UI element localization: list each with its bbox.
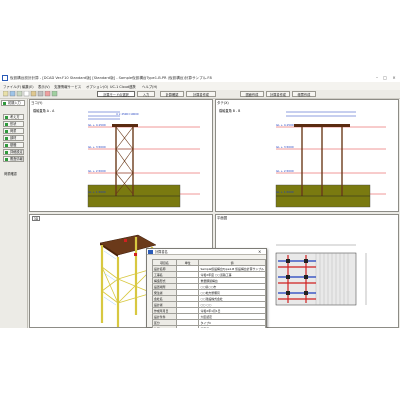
report-create-2-button[interactable]: 計算書作成 bbox=[266, 91, 290, 97]
elevation-label: GL + 4.1500 bbox=[276, 123, 294, 127]
menu-cloud[interactable]: UC-1 Cloud連携 bbox=[110, 84, 136, 89]
nav-member-label: 部材 bbox=[10, 136, 17, 140]
row-unit bbox=[175, 325, 200, 328]
elevation-label: GL + 3.5000 bbox=[276, 145, 294, 149]
mode-select-label: 計算モードの選択 bbox=[103, 93, 129, 97]
nav-concept-button[interactable]: 考え方 bbox=[3, 114, 24, 120]
status-icon bbox=[5, 144, 8, 147]
calc-check-link[interactable]: 荷重確認 bbox=[4, 171, 17, 176]
report-info-dialog: 計算書名 × 項目名 単位 値 設計名称 Sample仮設構台Type1-B 仮設… bbox=[146, 248, 267, 328]
nav-shape-button[interactable]: 形状 bbox=[3, 121, 24, 127]
mode-select-dropdown[interactable]: 計算モードの選択 bbox=[97, 91, 135, 97]
table-row[interactable]: 位置 工事用 bbox=[152, 325, 266, 328]
status-icon bbox=[5, 158, 8, 161]
nav-detail-label: 詳細設定 bbox=[10, 150, 23, 154]
application-window: 仮設構台設計計算 - [DCAD Ver.F10 Standard版] [Sta… bbox=[0, 74, 400, 328]
status-icon bbox=[5, 151, 8, 154]
menu-view[interactable]: 表示(V) bbox=[38, 84, 50, 89]
elevation-x-pane[interactable]: タテ(X) 橋軸直角 B - B GL + 4.1500 GL + 3.5000… bbox=[215, 99, 399, 212]
status-icon bbox=[3, 102, 6, 105]
elevation-y-pane[interactable]: ヨコ(Y) 橋軸直角 A - A GL + 4.1500 GL + 3.5000 bbox=[29, 99, 213, 212]
status-icon bbox=[5, 130, 8, 133]
drawing-create-button[interactable]: 図面作成 bbox=[240, 91, 264, 97]
dimension-label: 4 × 2500=10000 bbox=[116, 113, 139, 116]
minimize-button[interactable]: – bbox=[374, 75, 380, 80]
nav-load-button[interactable]: 荷重 bbox=[3, 128, 24, 134]
dialog-title: 計算書名 bbox=[155, 250, 168, 254]
elevation-label: GL + 3.5000 bbox=[88, 145, 106, 149]
elevation-y-drawing bbox=[87, 111, 200, 208]
toolbar: 計算モードの選択 入力 計算確認 計算書作成 図面作成 計算書作成 帳票作成 bbox=[0, 90, 400, 99]
elevation-label: GL + 2.5000 bbox=[88, 169, 106, 173]
menu-options[interactable]: オプション(O) bbox=[86, 84, 108, 89]
toolbar-icons bbox=[3, 91, 58, 97]
nav-check-button[interactable]: 照査情報 bbox=[3, 156, 24, 162]
dialog-close-icon[interactable]: × bbox=[258, 249, 261, 255]
window-title: 仮設構台設計計算 - [DCAD Ver.F10 Standard版] [Sta… bbox=[10, 76, 212, 80]
left-input-panel: 初期入力 考え方 形状 荷重 部材 基礎 詳細設定 照査情報 荷重確認 bbox=[0, 99, 28, 328]
nav-shape-label: 形状 bbox=[10, 122, 17, 126]
maximize-button[interactable]: □ bbox=[382, 75, 388, 80]
report-create-button[interactable]: 計算書作成 bbox=[186, 91, 216, 97]
menu-help[interactable]: ヘルプ(H) bbox=[142, 84, 157, 89]
menu-edit[interactable]: 編集(E) bbox=[22, 84, 34, 89]
initial-input-button[interactable]: 初期入力 bbox=[1, 100, 25, 106]
elevation-x-drawing bbox=[275, 111, 386, 208]
initial-input-label: 初期入力 bbox=[8, 101, 21, 105]
nav-check-label: 照査情報 bbox=[10, 157, 23, 161]
elevation-label: GL + 1.5000 bbox=[276, 190, 294, 194]
status-icon bbox=[5, 123, 8, 126]
3d-tab[interactable]: 3D bbox=[32, 216, 40, 221]
app-icon bbox=[2, 75, 8, 81]
menu-support[interactable]: 支援情報サービス bbox=[54, 84, 81, 89]
nav-concept-label: 考え方 bbox=[10, 115, 20, 119]
nav-detail-button[interactable]: 詳細設定 bbox=[3, 149, 24, 155]
dialog-icon bbox=[148, 250, 153, 254]
nav-foundation-button[interactable]: 基礎 bbox=[3, 142, 24, 148]
nav-foundation-label: 基礎 bbox=[10, 143, 17, 147]
form-create-button[interactable]: 帳票作成 bbox=[292, 91, 316, 97]
calc-check-button[interactable]: 計算確認 bbox=[160, 91, 184, 97]
row-label: 位置 bbox=[152, 325, 177, 328]
status-icon bbox=[5, 137, 8, 140]
close-button[interactable]: × bbox=[391, 75, 397, 80]
nav-load-label: 荷重 bbox=[10, 129, 17, 133]
input-button[interactable]: 入力 bbox=[137, 91, 155, 97]
row-value[interactable]: 工事用 bbox=[198, 325, 266, 328]
dialog-title-bar: 計算書名 bbox=[147, 249, 266, 255]
menu-file[interactable]: ファイル(F) bbox=[3, 84, 21, 89]
elevation-label: GL + 1.5000 bbox=[88, 190, 106, 194]
elevation-label: GL + 4.1500 bbox=[88, 123, 106, 127]
nav-member-button[interactable]: 部材 bbox=[3, 135, 24, 141]
elevation-label: GL + 2.5000 bbox=[276, 169, 294, 173]
status-icon bbox=[5, 116, 8, 119]
report-info-table: 項目名 単位 値 設計名称 Sample仮設構台Type1-B 仮設構台計算サンプ… bbox=[152, 259, 266, 328]
menu-bar: ファイル(F) 編集(E) 表示(V) 支援情報サービス オプション(O) UC… bbox=[0, 82, 400, 90]
